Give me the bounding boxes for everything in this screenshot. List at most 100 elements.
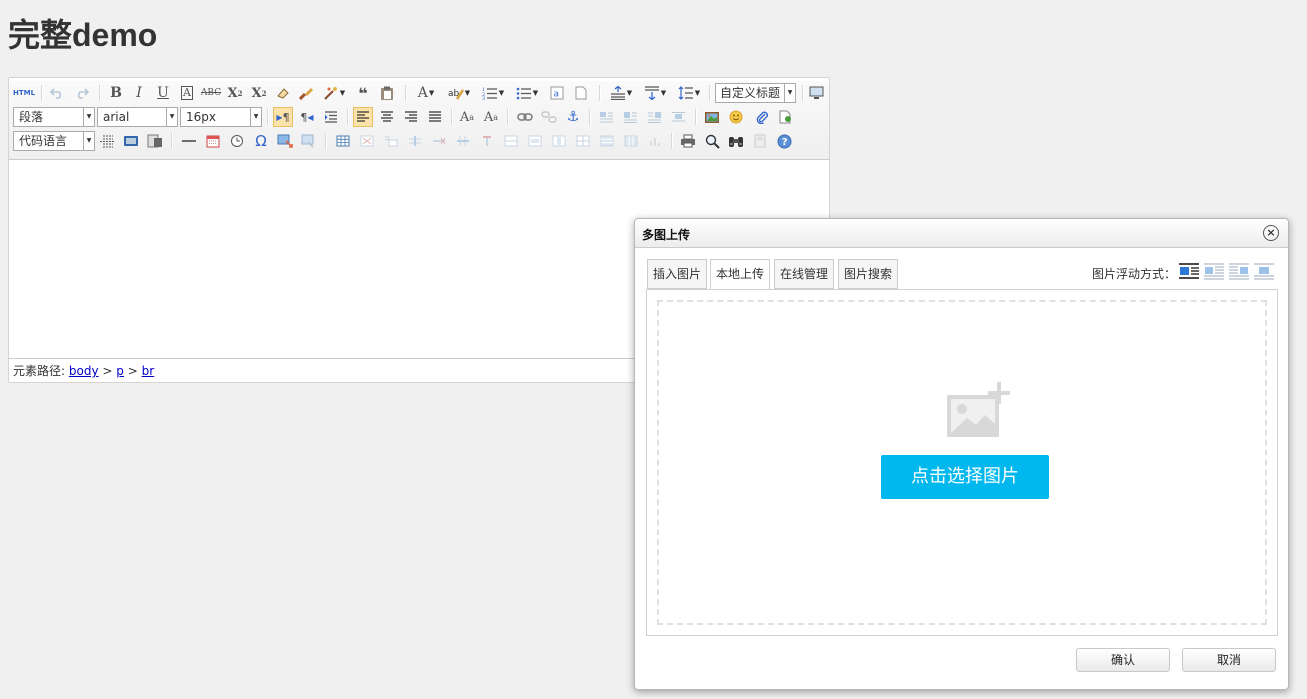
float-left-icon[interactable] (1204, 263, 1224, 281)
delete-row-icon[interactable] (429, 131, 449, 151)
image-left-icon[interactable] (620, 107, 640, 127)
float-none-icon[interactable] (1179, 263, 1199, 281)
dialog-title: 多图上传 (642, 228, 691, 242)
select-images-button[interactable]: 点击选择图片 (881, 455, 1049, 499)
underline-icon[interactable]: U (153, 83, 173, 103)
unlink-icon[interactable] (539, 107, 559, 127)
preview-search-icon[interactable] (702, 131, 722, 151)
split-to-cells-icon[interactable] (573, 131, 593, 151)
merge-cells-icon[interactable] (501, 131, 521, 151)
close-icon[interactable]: × (1263, 225, 1279, 241)
date-icon[interactable] (203, 131, 223, 151)
word-image-icon[interactable] (299, 131, 319, 151)
paste-plain-icon[interactable] (377, 83, 397, 103)
cancel-button[interactable]: 取消 (1182, 648, 1276, 672)
clear-doc-icon[interactable] (571, 83, 591, 103)
element-path-br[interactable]: br (142, 364, 155, 378)
italic-icon[interactable]: I (129, 83, 149, 103)
uppercase-icon[interactable]: Aa (457, 107, 477, 127)
insert-col-icon[interactable] (453, 131, 473, 151)
font-color-icon[interactable]: A ▼ (413, 83, 439, 103)
align-justify-icon[interactable] (425, 107, 445, 127)
font-family-select[interactable]: arial ▼ (97, 107, 178, 127)
chevron-down-icon: ▼ (166, 108, 177, 126)
insert-table-icon[interactable] (333, 131, 353, 151)
image-none-icon[interactable] (596, 107, 616, 127)
delete-col-icon[interactable] (477, 131, 497, 151)
delete-table-icon[interactable] (357, 131, 377, 151)
insert-paragraph-before-table-icon[interactable] (381, 131, 401, 151)
anchor-icon[interactable]: ⚓ (563, 107, 583, 127)
bold-icon[interactable]: B (106, 83, 126, 103)
drafts-icon[interactable] (750, 131, 770, 151)
heading-select[interactable]: 自定义标题 ▼ (715, 83, 796, 103)
strikethrough-icon[interactable]: ABC (201, 83, 221, 103)
highlight-color-icon[interactable]: ab ▼ (445, 83, 473, 103)
insert-row-icon[interactable] (405, 131, 425, 151)
help-icon[interactable]: ? (774, 131, 794, 151)
remove-format-icon[interactable] (273, 83, 293, 103)
float-right-icon[interactable] (1229, 263, 1249, 281)
html-source-icon[interactable]: HTML (13, 83, 35, 103)
horizontal-rule-icon[interactable] (179, 131, 199, 151)
redo-icon[interactable] (72, 83, 92, 103)
music-icon[interactable] (145, 131, 165, 151)
align-right-icon[interactable] (401, 107, 421, 127)
lowercase-icon[interactable]: Aa (481, 107, 501, 127)
blockquote-icon[interactable]: ❝ (353, 83, 373, 103)
float-mode-label: 图片浮动方式： (1092, 267, 1177, 281)
merge-right-icon[interactable] (525, 131, 545, 151)
paragraph-select[interactable]: 段落 ▼ (13, 107, 95, 127)
select-all-icon[interactable]: a (547, 83, 567, 103)
print-icon[interactable] (678, 131, 698, 151)
time-icon[interactable] (227, 131, 247, 151)
auto-typeset-icon[interactable]: ▼ (321, 83, 347, 103)
link-icon[interactable] (515, 107, 535, 127)
tab-insert-image[interactable]: 插入图片 (647, 259, 707, 289)
split-to-cols-icon[interactable] (621, 131, 641, 151)
chart-icon[interactable] (645, 131, 665, 151)
page-break-icon[interactable] (97, 131, 117, 151)
chevron-down-icon: ▼ (784, 84, 795, 102)
image-center-icon[interactable] (668, 107, 688, 127)
ltr-direction-icon[interactable]: ▶ ¶ (273, 107, 293, 127)
insert-video-icon[interactable] (121, 131, 141, 151)
float-center-icon[interactable] (1254, 263, 1274, 281)
merge-down-icon[interactable] (549, 131, 569, 151)
unordered-list-icon[interactable]: ▼ (513, 83, 541, 103)
ordered-list-icon[interactable]: 1 2 3 ▼ (479, 83, 507, 103)
image-right-icon[interactable] (644, 107, 664, 127)
insert-image-icon[interactable] (702, 107, 722, 127)
row-spacing-bottom-icon[interactable]: ▼ (641, 83, 669, 103)
indent-icon[interactable] (321, 107, 341, 127)
emotion-icon[interactable] (726, 107, 746, 127)
attachment-icon[interactable] (752, 107, 772, 127)
tab-image-search[interactable]: 图片搜索 (838, 259, 898, 289)
upload-dropzone[interactable]: 点击选择图片 (657, 300, 1267, 625)
preview-icon[interactable] (806, 83, 826, 103)
split-to-rows-icon[interactable] (597, 131, 617, 151)
search-replace-icon[interactable] (726, 131, 746, 151)
row-spacing-top-icon[interactable]: ▼ (607, 83, 635, 103)
insert-frame-icon[interactable] (776, 107, 796, 127)
align-center-icon[interactable] (377, 107, 397, 127)
undo-icon[interactable] (47, 83, 67, 103)
confirm-button[interactable]: 确认 (1076, 648, 1170, 672)
subscript-icon[interactable]: X2 (249, 83, 269, 103)
superscript-icon[interactable]: X2 (225, 83, 245, 103)
align-left-icon[interactable] (353, 107, 373, 127)
svg-text:a: a (554, 90, 560, 100)
line-height-icon[interactable]: ▼ (675, 83, 703, 103)
rtl-direction-icon[interactable]: ¶ ◀ (297, 107, 317, 127)
element-path-p[interactable]: p (116, 364, 124, 378)
element-path-body[interactable]: body (69, 364, 99, 378)
code-language-select[interactable]: 代码语言 ▼ (13, 131, 95, 151)
font-size-select[interactable]: 16px ▼ (180, 107, 262, 127)
dialog-header[interactable]: 多图上传 × (635, 219, 1288, 248)
special-chars-icon[interactable]: Ω (251, 131, 271, 151)
tab-online-manage[interactable]: 在线管理 (774, 259, 834, 289)
tab-local-upload[interactable]: 本地上传 (710, 259, 770, 290)
font-border-icon[interactable]: A (177, 83, 197, 103)
snapscreen-icon[interactable] (275, 131, 295, 151)
format-brush-icon[interactable] (297, 83, 317, 103)
